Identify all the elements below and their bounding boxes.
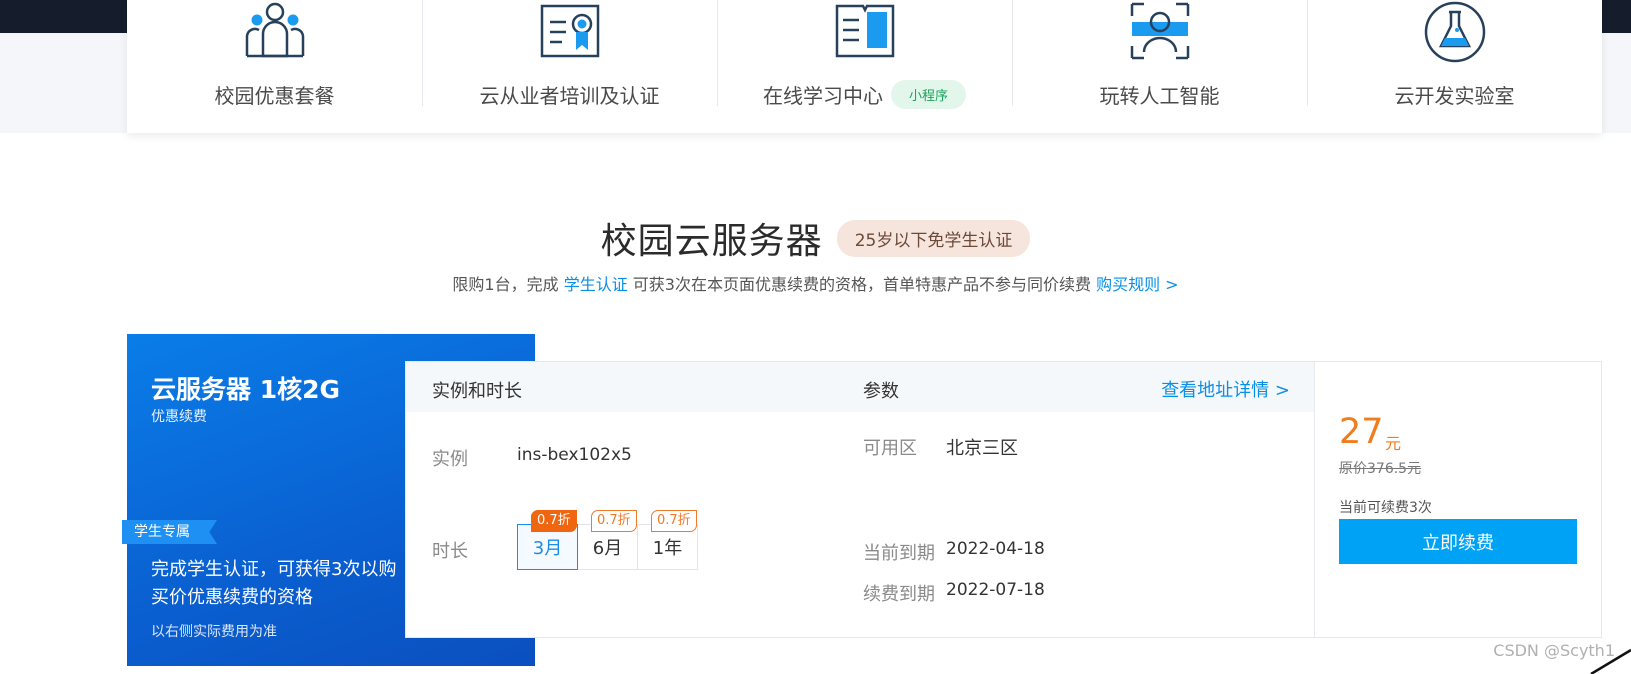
people-group-icon xyxy=(245,2,304,58)
discount-badge: 0.7折 xyxy=(651,510,697,532)
price-column: 27 元 原价376.5元 当前可续费3次 立即续费 xyxy=(1314,362,1601,637)
book-icon xyxy=(835,4,894,58)
student-auth-link[interactable]: 学生认证 xyxy=(564,275,628,294)
duration-option-6m[interactable]: 0.7折 6月 xyxy=(577,510,638,570)
renewal-detail-card: 实例和时长 参数 查看地址详情 > 实例 ins-bex102x5 时长 0.7… xyxy=(405,361,1602,638)
duration-option-label: 1年 xyxy=(652,538,683,559)
nav-card: 校园优惠套餐 云从业者培训及认证 在线学习中心 小程序 玩转人工智能 云开发实验… xyxy=(127,0,1602,133)
section-subtitle: 限购1台，完成 学生认证 可获3次在本页面优惠续费的资格，首单特惠产品不参与同价… xyxy=(0,271,1631,295)
discount-badge: 0.7折 xyxy=(591,510,637,532)
renew-expiry-value: 2022-07-18 xyxy=(946,580,1045,600)
age-badge: 25岁以下免学生认证 xyxy=(836,219,1031,257)
instance-value: ins-bex102x5 xyxy=(517,445,632,465)
zone-value: 北京三区 xyxy=(946,438,1018,459)
nav-item-online-learning[interactable]: 在线学习中心 小程序 xyxy=(717,0,1012,133)
corner-stroke-decoration xyxy=(1590,648,1631,674)
current-expiry-value: 2022-04-18 xyxy=(946,539,1045,559)
duration-option-3m[interactable]: 0.7折 3月 xyxy=(517,510,578,570)
header-params: 参数 xyxy=(863,381,899,402)
renew-now-button[interactable]: 立即续费 xyxy=(1339,519,1577,564)
subtitle-text: 限购1台，完成 xyxy=(452,275,564,294)
nav-label: 校园优惠套餐 xyxy=(214,84,335,108)
nav-label: 在线学习中心 小程序 xyxy=(763,80,966,109)
subtitle-text: 可获3次在本页面优惠续费的资格，首单特惠产品不参与同价续费 xyxy=(627,275,1097,294)
renew-expiry-label: 续费到期 xyxy=(863,584,935,605)
instance-label: 实例 xyxy=(432,449,468,470)
price-amount: 27 xyxy=(1339,412,1384,452)
student-exclusive-tag: 学生专属 xyxy=(122,520,217,544)
duration-option-label: 6月 xyxy=(592,538,623,559)
product-note: 以右侧实际费用为准 xyxy=(151,624,277,640)
duration-option-label: 3月 xyxy=(532,538,563,559)
price-unit: 元 xyxy=(1385,434,1402,453)
certificate-icon xyxy=(540,4,599,58)
section-title: 校园云服务器 xyxy=(600,221,823,262)
zone-label: 可用区 xyxy=(863,438,917,459)
duration-label: 时长 xyxy=(432,541,468,562)
nav-item-campus-package[interactable]: 校园优惠套餐 xyxy=(127,0,422,133)
flask-icon xyxy=(1424,1,1485,63)
nav-item-cloud-lab[interactable]: 云开发实验室 xyxy=(1307,0,1602,133)
face-scan-icon xyxy=(1130,2,1189,60)
nav-item-ai[interactable]: 玩转人工智能 xyxy=(1012,0,1307,133)
section-title-row: 校园云服务器 25岁以下免学生认证 xyxy=(0,212,1631,264)
nav-label-text: 在线学习中心 xyxy=(762,84,883,108)
product-title: 云服务器 1核2G xyxy=(151,375,341,404)
product-description: 完成学生认证，可获得3次以购买价优惠续费的资格 xyxy=(151,559,397,608)
original-price: 原价376.5元 xyxy=(1339,461,1422,477)
nav-item-cloud-training[interactable]: 云从业者培训及认证 xyxy=(422,0,717,133)
purchase-rules-link[interactable]: 购买规则 > xyxy=(1096,275,1179,294)
nav-label: 云从业者培训及认证 xyxy=(479,84,660,108)
view-address-details-link[interactable]: 查看地址详情 > xyxy=(1161,376,1290,402)
header-instance-duration: 实例和时长 xyxy=(432,381,522,402)
mini-program-badge: 小程序 xyxy=(890,80,966,109)
product-subtitle: 优惠续费 xyxy=(151,409,207,425)
nav-label: 玩转人工智能 xyxy=(1099,84,1220,108)
renew-count: 当前可续费3次 xyxy=(1339,500,1432,516)
current-expiry-label: 当前到期 xyxy=(863,543,935,564)
discount-badge: 0.7折 xyxy=(531,510,577,532)
nav-label: 云开发实验室 xyxy=(1394,84,1515,108)
duration-options: 0.7折 3月 0.7折 6月 0.7折 1年 xyxy=(517,510,698,570)
detail-header: 实例和时长 参数 查看地址详情 > xyxy=(406,362,1314,412)
duration-option-1y[interactable]: 0.7折 1年 xyxy=(637,510,698,570)
